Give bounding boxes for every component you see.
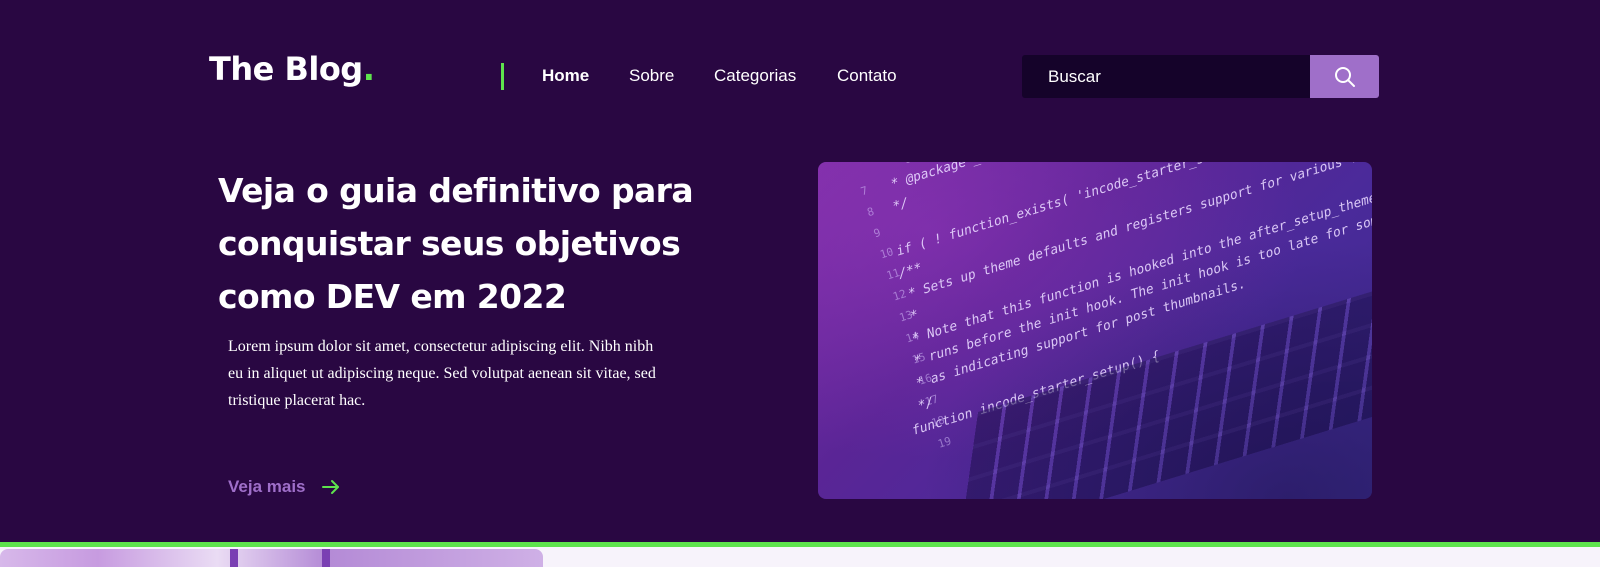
veja-mais-link[interactable]: Veja mais: [228, 476, 306, 498]
logo-dot: .: [362, 50, 375, 88]
nav-categorias[interactable]: Categorias: [714, 64, 796, 88]
hero-description: Lorem ipsum dolor sit amet, consectetur …: [228, 338, 656, 409]
hero-headline: Veja o guia definitivo para conquistar s…: [218, 171, 694, 316]
search-icon: [1335, 67, 1355, 87]
arrow-right-icon[interactable]: [322, 479, 340, 495]
hero-image: 7 8 9 10 11 12 13 14 15 16 17 18 19 * @l…: [818, 162, 1372, 499]
search-input[interactable]: [1022, 55, 1310, 98]
site-logo[interactable]: The Blog.: [209, 48, 375, 90]
logo-text: The Blog: [209, 50, 363, 88]
nav-sobre[interactable]: Sobre: [629, 64, 674, 88]
next-post-card-image[interactable]: [0, 549, 543, 567]
search-bar: [1022, 55, 1379, 98]
nav-contato[interactable]: Contato: [837, 64, 897, 88]
search-button[interactable]: [1310, 55, 1379, 98]
nav-home[interactable]: Home: [542, 64, 589, 88]
nav-active-indicator: [501, 63, 504, 90]
